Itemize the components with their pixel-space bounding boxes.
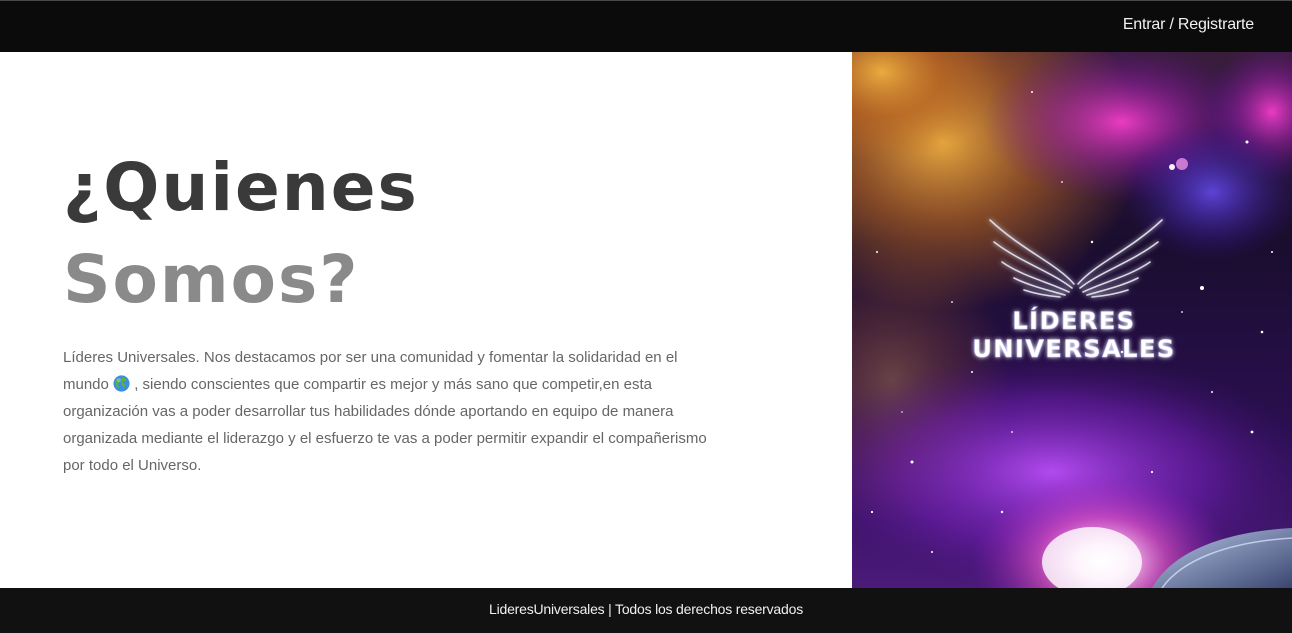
title-line-2: Somos?: [63, 241, 360, 318]
page-title: ¿Quienes Somos?: [63, 142, 419, 326]
footer-copyright: LideresUniversales | Todos los derechos …: [489, 601, 803, 617]
footer: LideresUniversales | Todos los derechos …: [0, 588, 1292, 633]
about-description: Líderes Universales. Nos destacamos por …: [63, 344, 713, 479]
globe-icon: [113, 375, 130, 392]
logo-line-1: LÍDERES: [1012, 306, 1135, 335]
title-line-1: ¿Quienes: [63, 149, 419, 226]
top-navbar: Entrar / Registrarte: [0, 0, 1292, 52]
hero-image: LÍDERES UNIVERSALES: [852, 52, 1292, 588]
logo-line-2: UNIVERSALES: [972, 335, 1175, 363]
about-content: ¿Quienes Somos? Líderes Universales. Nos…: [0, 52, 852, 588]
galaxy-background: LÍDERES UNIVERSALES: [852, 52, 1292, 588]
login-register-link[interactable]: Entrar / Registrarte: [1123, 16, 1254, 34]
main-section: ¿Quienes Somos? Líderes Universales. Nos…: [0, 52, 1292, 588]
description-text-end: , siendo conscientes que compartir es me…: [63, 376, 707, 474]
